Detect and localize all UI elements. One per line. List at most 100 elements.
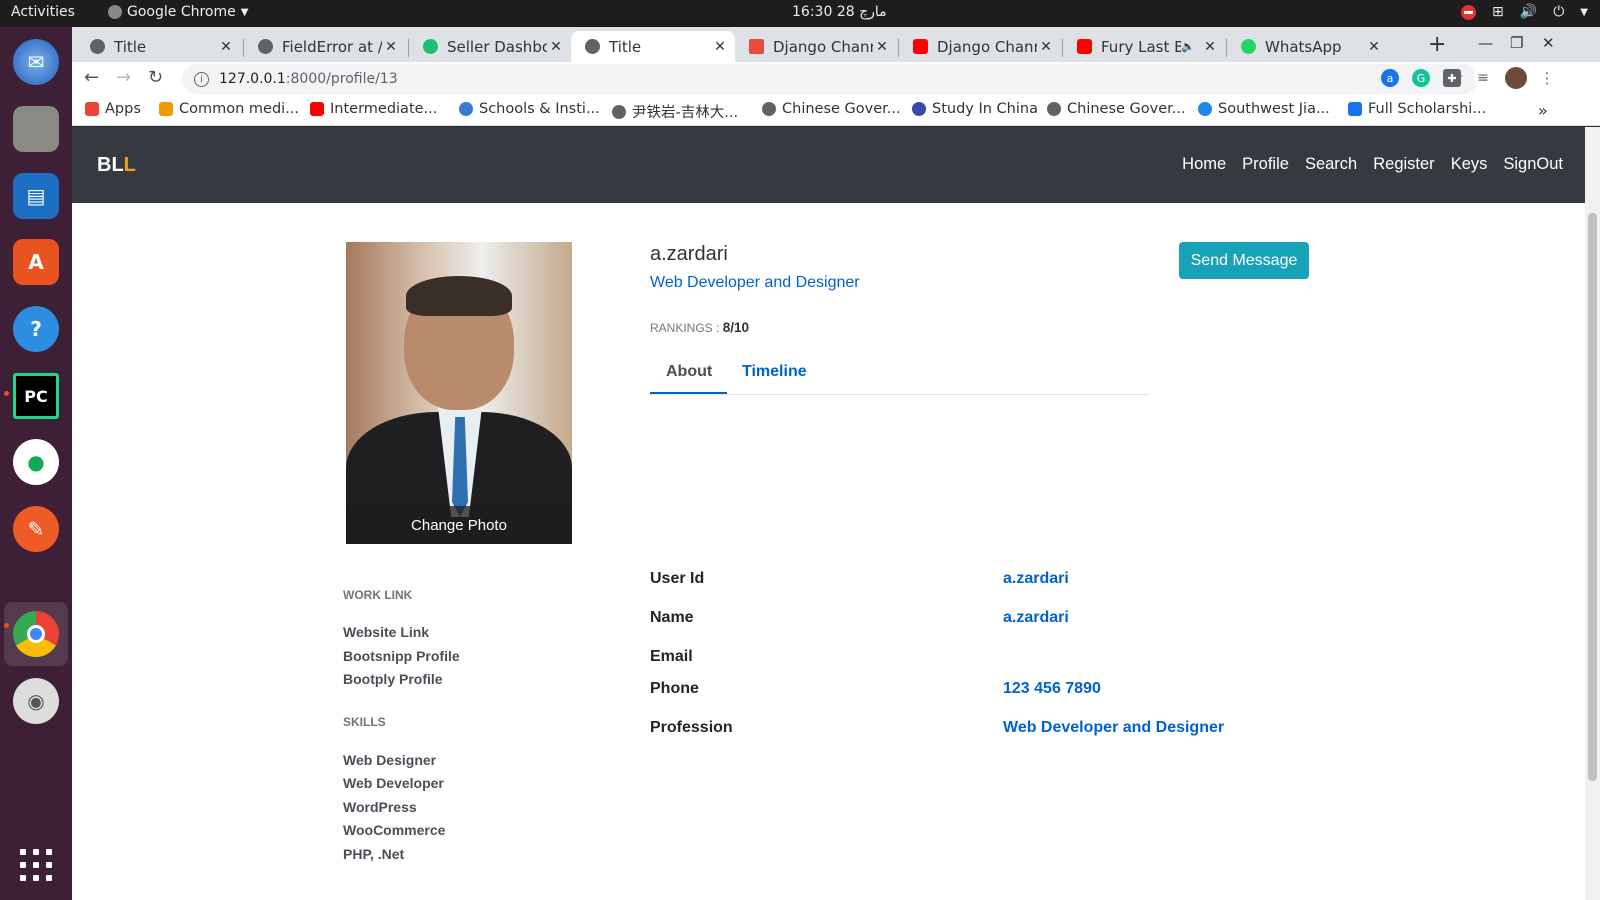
info-icon[interactable]: i <box>194 71 209 87</box>
youtube-icon <box>1077 39 1092 54</box>
avatar[interactable] <box>1505 67 1527 89</box>
bookmark-item[interactable]: 尹铁岩-吉林大... <box>612 101 738 122</box>
brand-logo[interactable]: BLL <box>97 154 136 177</box>
address-bar[interactable]: i 127.0.0.1:8000/profile/13 ☆ <box>182 64 1478 94</box>
nav-signout[interactable]: SignOut <box>1503 155 1563 174</box>
bookmark-label: Study In China <box>932 101 1038 117</box>
globe-icon <box>585 39 600 54</box>
page-scrollbar[interactable] <box>1585 127 1600 900</box>
profile-name: a.zardari <box>650 243 728 265</box>
puzzle-extensions-icon[interactable]: ✚ <box>1443 69 1461 87</box>
browser-tab-active[interactable]: Title ✕ <box>571 31 735 62</box>
pycharm-icon[interactable]: PC <box>13 373 59 419</box>
bookmark-item[interactable]: Common medi... <box>159 101 299 117</box>
software-center-icon[interactable]: A <box>13 239 59 285</box>
thunderbird-icon[interactable]: ✉ <box>13 39 59 85</box>
skill-item[interactable]: WordPress <box>343 799 417 815</box>
change-photo-button[interactable]: Change Photo <box>346 506 572 544</box>
nav-home[interactable]: Home <box>1182 155 1226 174</box>
postman-icon[interactable]: ✎ <box>13 506 59 552</box>
browser-tab[interactable]: Seller Dashboa ✕ <box>409 31 571 62</box>
bookmark-item[interactable]: Chinese Gover... <box>1047 101 1186 117</box>
more-bookmarks-button[interactable]: » <box>1538 101 1548 120</box>
minimize-button[interactable]: — <box>1478 34 1493 52</box>
chrome-icon[interactable] <box>13 611 59 657</box>
show-applications-button[interactable] <box>20 849 52 881</box>
bookmark-icon <box>1348 102 1362 116</box>
browser-tab[interactable]: Fury Last B 🔈 ✕ <box>1063 31 1225 62</box>
info-value-phone: 123 456 7890 <box>1003 680 1101 697</box>
help-icon[interactable]: ? <box>13 306 59 352</box>
profile-photo: Change Photo <box>346 242 572 544</box>
clock[interactable]: مارچ 28 16:30 <box>792 4 887 20</box>
tab-title: Fury Last B <box>1101 37 1182 56</box>
system-tray[interactable]: ⊞ 🔊 ⏻ ▼ <box>1461 4 1588 20</box>
browser-tab[interactable]: FieldError at /f ✕ <box>244 31 406 62</box>
reload-icon[interactable]: ↻ <box>148 67 163 88</box>
browser-tab[interactable]: Django Channe ✕ <box>899 31 1061 62</box>
close-window-button[interactable]: ✕ <box>1542 34 1555 52</box>
close-icon[interactable]: ✕ <box>1201 39 1219 55</box>
bookmark-item[interactable]: Study In China <box>912 101 1038 117</box>
bookmark-item[interactable]: Southwest Jia... <box>1198 101 1330 117</box>
bookmark-item[interactable]: Intermediate... <box>310 101 437 117</box>
activities-button[interactable]: Activities <box>11 4 75 20</box>
fiverr-icon <box>423 39 438 54</box>
skill-item[interactable]: PHP, .Net <box>343 846 404 862</box>
writer-icon[interactable]: ▤ <box>13 173 59 219</box>
grammarly-icon[interactable]: G <box>1412 69 1430 87</box>
close-icon[interactable]: ✕ <box>1365 39 1383 55</box>
new-tab-button[interactable]: + <box>1428 32 1446 57</box>
reading-list-icon[interactable]: ≡ <box>1474 69 1492 87</box>
browser-tab[interactable]: Title ✕ <box>76 31 241 62</box>
volume-icon: 🔊 <box>1519 4 1538 20</box>
browser-tab[interactable]: WhatsApp ✕ <box>1227 31 1389 62</box>
close-icon[interactable]: ✕ <box>382 39 400 55</box>
globe-icon <box>1047 102 1061 116</box>
tab-timeline[interactable]: Timeline <box>742 363 807 381</box>
nav-search[interactable]: Search <box>1305 155 1357 174</box>
bootsnipp-link[interactable]: Bootsnipp Profile <box>343 648 460 664</box>
bookmark-item[interactable]: Chinese Gover... <box>762 101 901 117</box>
skill-item[interactable]: Web Designer <box>343 752 436 768</box>
mongodb-compass-icon[interactable]: ● <box>13 439 59 485</box>
tab-about[interactable]: About <box>666 363 712 381</box>
bookmark-apps[interactable]: Apps <box>85 101 141 117</box>
close-icon[interactable]: ✕ <box>873 39 891 55</box>
restore-button[interactable]: ❐ <box>1510 34 1523 52</box>
audio-playing-icon[interactable]: 🔈 <box>1181 40 1195 53</box>
extension-a-icon[interactable]: a <box>1381 69 1399 87</box>
disc-icon[interactable]: ◉ <box>13 678 59 724</box>
scrollbar-thumb[interactable] <box>1588 213 1597 781</box>
send-message-button[interactable]: Send Message <box>1179 242 1309 279</box>
skill-item[interactable]: WooCommerce <box>343 822 445 838</box>
brand-accent: L <box>123 154 136 176</box>
bookmark-label: Southwest Jia... <box>1218 101 1330 117</box>
globe-icon <box>258 39 273 54</box>
tray-menu-icon: ▼ <box>1580 6 1588 18</box>
bookmark-item[interactable]: Full Scholarshi... <box>1348 101 1486 117</box>
kebab-menu-icon[interactable]: ⋮ <box>1538 69 1556 87</box>
nav-keys[interactable]: Keys <box>1451 155 1488 174</box>
close-icon[interactable]: ✕ <box>711 39 729 55</box>
forward-arrow-icon[interactable]: → <box>116 67 131 88</box>
website-link[interactable]: Website Link <box>343 624 429 640</box>
bookmark-icon <box>159 102 173 116</box>
close-icon[interactable]: ✕ <box>547 39 565 55</box>
running-indicator <box>4 623 9 628</box>
nav-register[interactable]: Register <box>1373 155 1434 174</box>
close-icon[interactable]: ✕ <box>217 39 235 55</box>
app-menu[interactable]: Google Chrome ▼ <box>108 4 248 20</box>
browser-tab[interactable]: Django Channe ✕ <box>735 31 897 62</box>
nav-profile[interactable]: Profile <box>1242 155 1289 174</box>
back-arrow-icon[interactable]: ← <box>84 67 99 88</box>
bookmark-label: Apps <box>105 101 141 117</box>
skill-item[interactable]: Web Developer <box>343 775 444 791</box>
nav-links: Home Profile Search Register Keys SignOu… <box>1182 155 1563 174</box>
bookmark-item[interactable]: Schools & Insti... <box>459 101 600 117</box>
files-icon[interactable] <box>13 106 59 152</box>
bookmark-icon <box>459 102 473 116</box>
info-label-email: Email <box>650 648 693 665</box>
close-icon[interactable]: ✕ <box>1037 39 1055 55</box>
bootply-link[interactable]: Bootply Profile <box>343 671 443 687</box>
